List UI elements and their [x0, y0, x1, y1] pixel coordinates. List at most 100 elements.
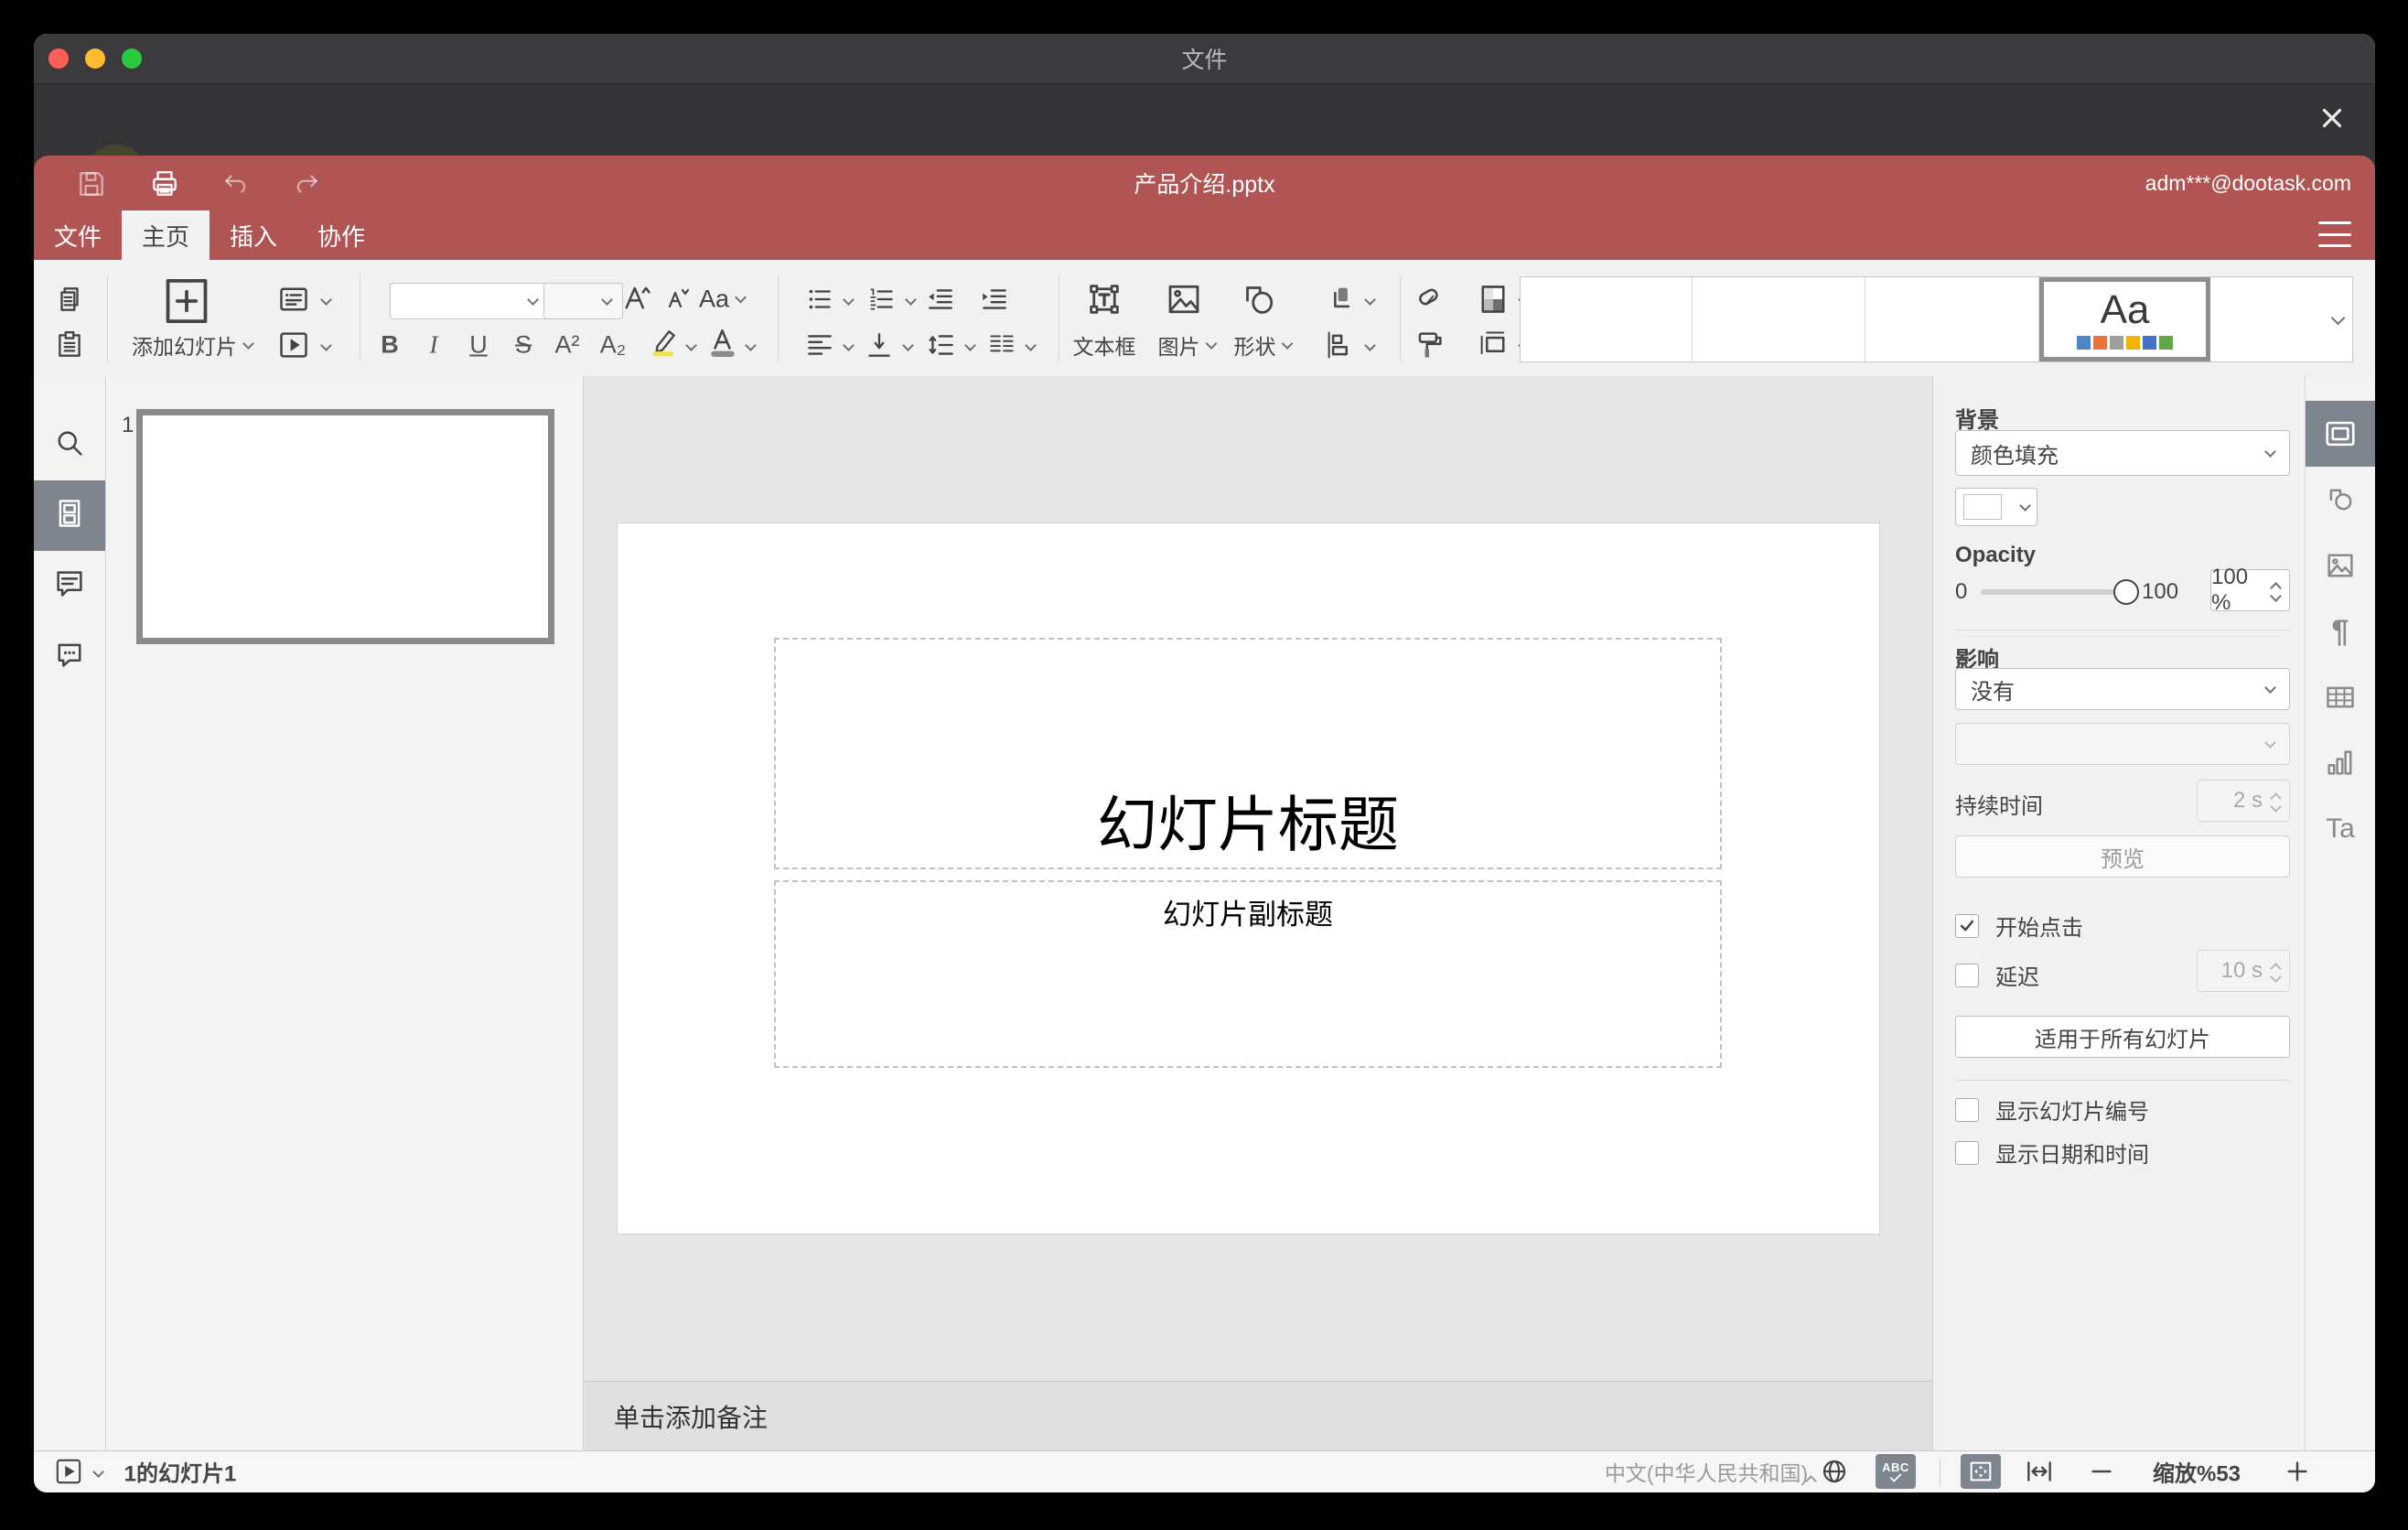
- tab-file[interactable]: 文件: [34, 210, 122, 260]
- theme-option[interactable]: [1693, 277, 1866, 361]
- theme-option[interactable]: [1521, 277, 1693, 361]
- tab-insert[interactable]: 插入: [210, 210, 297, 260]
- horizontal-align-icon[interactable]: [804, 329, 835, 361]
- font-size-input[interactable]: [543, 283, 623, 319]
- tab-home[interactable]: 主页: [122, 210, 210, 260]
- increase-font-icon[interactable]: [620, 281, 653, 314]
- opacity-slider-handle[interactable]: [2113, 579, 2139, 605]
- spellcheck-toggle[interactable]: ABC: [1876, 1454, 1916, 1489]
- copy-style-icon[interactable]: [1413, 329, 1446, 361]
- theme-option[interactable]: [2210, 277, 2323, 361]
- shape-button[interactable]: 形状: [1234, 329, 1294, 361]
- language-selector[interactable]: 中文(中华人民共和国): [1605, 1456, 1808, 1487]
- highlight-color-icon[interactable]: [648, 327, 679, 358]
- bullet-list-dropdown-icon[interactable]: [843, 294, 855, 306]
- slide[interactable]: 幻灯片标题 幻灯片副标题: [618, 523, 1879, 1234]
- color-scheme-icon[interactable]: [1477, 283, 1510, 316]
- shape-settings-icon[interactable]: [2306, 467, 2375, 533]
- zoom-out-icon[interactable]: [2088, 1458, 2115, 1485]
- textbox-button[interactable]: 文本框: [1073, 329, 1136, 361]
- image-button[interactable]: 图片: [1158, 329, 1218, 361]
- effect-type-select[interactable]: [1955, 723, 2290, 765]
- delay-checkbox[interactable]: 延迟: [1955, 959, 2039, 991]
- sidebar-item-slides[interactable]: [34, 480, 105, 551]
- font-color-dropdown-icon[interactable]: [745, 339, 757, 351]
- document-language-icon[interactable]: [1820, 1457, 1849, 1486]
- start-slideshow-icon[interactable]: [277, 329, 310, 361]
- zoom-in-icon[interactable]: [2284, 1458, 2311, 1485]
- sidebar-item-search[interactable]: [34, 410, 105, 480]
- shape-align-dropdown-icon[interactable]: [1364, 339, 1376, 351]
- underline-button[interactable]: U: [469, 331, 488, 360]
- slide-layout-dropdown-icon[interactable]: [320, 294, 332, 306]
- slide-size-icon[interactable]: [1477, 329, 1510, 361]
- numbered-list-icon[interactable]: [866, 284, 898, 315]
- fill-type-select[interactable]: 颜色填充: [1955, 430, 2290, 476]
- arrange-icon[interactable]: [1324, 283, 1357, 316]
- subscript-button[interactable]: A₂: [600, 331, 627, 360]
- image-icon[interactable]: [1166, 281, 1202, 318]
- delay-spinner[interactable]: 10 s: [2197, 950, 2290, 992]
- increase-indent-icon[interactable]: [979, 284, 1010, 315]
- decrease-indent-icon[interactable]: [925, 284, 956, 315]
- opacity-slider-track[interactable]: [1981, 589, 2123, 595]
- clear-style-icon[interactable]: [1413, 283, 1446, 316]
- theme-option[interactable]: [1865, 277, 2039, 361]
- slide-thumbnail[interactable]: [136, 409, 554, 644]
- strikethrough-button[interactable]: S: [515, 331, 532, 360]
- columns-icon[interactable]: [986, 329, 1017, 361]
- fit-slide-toggle[interactable]: [1961, 1454, 2001, 1489]
- horizontal-align-dropdown-icon[interactable]: [843, 339, 855, 351]
- close-icon[interactable]: [2311, 97, 2353, 139]
- numbered-list-dropdown-icon[interactable]: [905, 294, 917, 306]
- font-color-icon[interactable]: [707, 327, 738, 358]
- table-settings-icon[interactable]: [2306, 664, 2375, 730]
- columns-dropdown-icon[interactable]: [1025, 339, 1037, 351]
- add-slide-icon[interactable]: [160, 277, 213, 325]
- show-date-time-checkbox[interactable]: 显示日期和时间: [1955, 1137, 2149, 1169]
- add-slide-button[interactable]: 添加幻灯片: [132, 329, 254, 361]
- slideshow-dropdown-icon[interactable]: [320, 339, 332, 351]
- image-settings-icon[interactable]: [2306, 533, 2375, 598]
- fit-width-icon[interactable]: [2024, 1456, 2055, 1487]
- line-spacing-icon[interactable]: [926, 329, 957, 361]
- slide-layout-icon[interactable]: [277, 283, 310, 316]
- theme-option-selected[interactable]: Aa: [2038, 277, 2211, 361]
- theme-gallery-expand-icon[interactable]: [2323, 277, 2352, 361]
- show-slide-number-checkbox[interactable]: 显示幻灯片编号: [1955, 1094, 2149, 1126]
- font-name-input[interactable]: [390, 283, 549, 319]
- slide-settings-icon[interactable]: [2306, 401, 2375, 467]
- highlight-dropdown-icon[interactable]: [685, 339, 697, 351]
- decrease-font-icon[interactable]: [662, 283, 692, 312]
- tab-collaboration[interactable]: 协作: [297, 210, 385, 260]
- textart-settings-icon[interactable]: Ta: [2306, 796, 2375, 862]
- apply-to-all-button[interactable]: 适用于所有幻灯片: [1955, 1016, 2290, 1058]
- vertical-align-dropdown-icon[interactable]: [902, 339, 914, 351]
- paragraph-settings-icon[interactable]: ¶: [2306, 598, 2375, 664]
- title-placeholder[interactable]: 幻灯片标题: [774, 638, 1722, 869]
- duration-spinner[interactable]: 2 s: [2197, 780, 2290, 822]
- arrange-dropdown-icon[interactable]: [1364, 294, 1376, 306]
- change-case-button[interactable]: Aa: [699, 286, 747, 314]
- shape-align-icon[interactable]: [1324, 329, 1357, 361]
- preview-button[interactable]: 预览: [1955, 835, 2290, 878]
- sidebar-item-comments[interactable]: [34, 551, 105, 621]
- bullet-list-icon[interactable]: [804, 284, 835, 315]
- start-on-click-checkbox[interactable]: 开始点击: [1955, 910, 2083, 942]
- notes-area[interactable]: 单击添加备注: [584, 1381, 1932, 1450]
- slide-canvas[interactable]: 幻灯片标题 幻灯片副标题: [584, 376, 1932, 1381]
- menu-icon[interactable]: [2318, 221, 2351, 247]
- slideshow-status-dropdown-icon[interactable]: [92, 1466, 104, 1478]
- paste-icon[interactable]: [54, 329, 85, 361]
- opacity-spinner[interactable]: 100 %: [2210, 565, 2290, 615]
- fill-color-picker[interactable]: [1955, 488, 2037, 526]
- line-spacing-dropdown-icon[interactable]: [964, 339, 976, 351]
- copy-icon[interactable]: [54, 284, 85, 315]
- superscript-button[interactable]: A²: [555, 331, 580, 360]
- bold-button[interactable]: B: [381, 331, 399, 360]
- vertical-align-icon[interactable]: [864, 329, 895, 361]
- subtitle-placeholder[interactable]: 幻灯片副标题: [774, 880, 1722, 1068]
- effect-select[interactable]: 没有: [1955, 668, 2290, 710]
- start-slideshow-status-icon[interactable]: [55, 1458, 82, 1485]
- sidebar-item-chat[interactable]: [34, 621, 105, 692]
